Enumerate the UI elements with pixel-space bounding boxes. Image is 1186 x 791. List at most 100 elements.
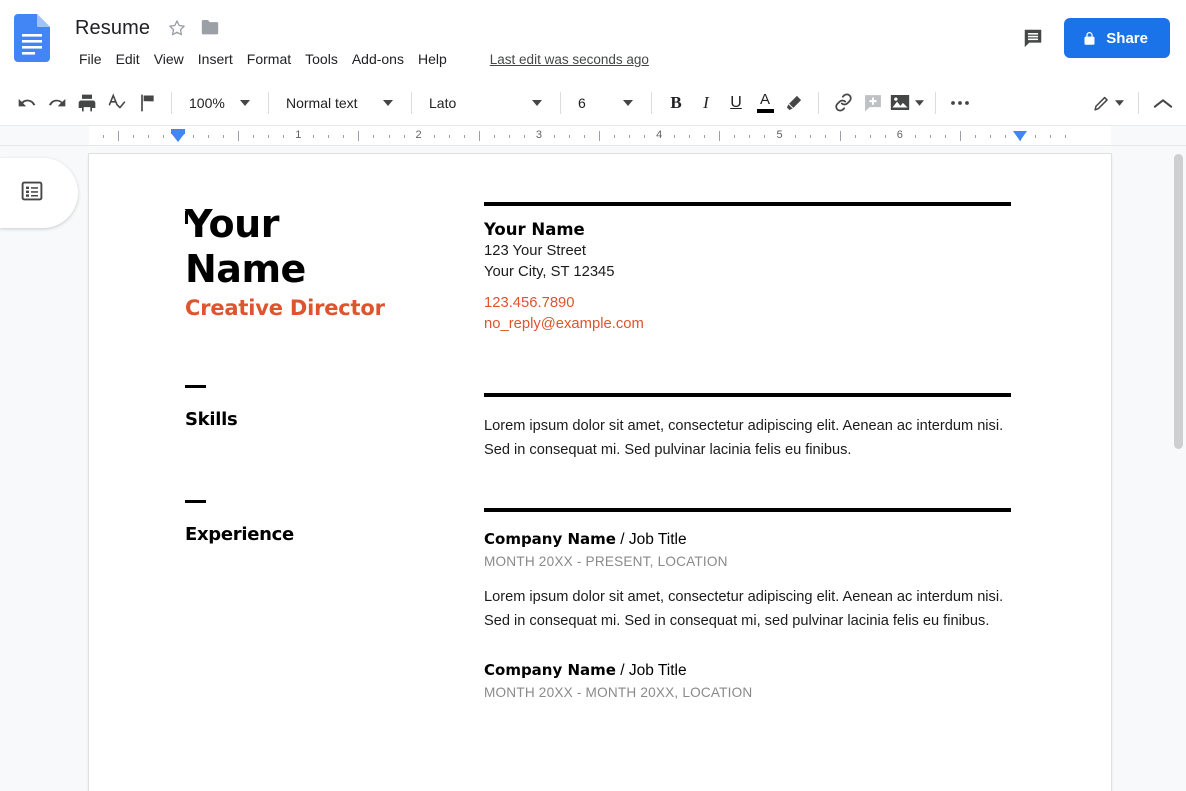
google-docs-icon[interactable] (14, 14, 50, 62)
lock-icon (1082, 30, 1097, 47)
font-size-select[interactable]: 6 (570, 88, 642, 118)
move-to-folder-icon[interactable] (200, 18, 220, 38)
toolbar-right-group (1087, 80, 1178, 126)
ruler-tick (839, 131, 841, 141)
skills-body-text: Lorem ipsum dolor sit amet, consectetur … (484, 418, 1004, 458)
resume-section-skills: Skills Lorem ipsum dolor sit amet, conse… (89, 385, 1111, 462)
text-color-button[interactable]: A (751, 88, 779, 118)
toolbar-divider (411, 91, 412, 114)
ruler-tick (223, 135, 225, 138)
spell-check-icon[interactable] (102, 88, 132, 118)
ruler-tick (674, 135, 676, 138)
menu-item-tools[interactable]: Tools (298, 49, 345, 69)
menu-item-edit[interactable]: Edit (109, 49, 147, 69)
zoom-select[interactable]: 100% (181, 88, 259, 118)
menu-item-view[interactable]: View (147, 49, 191, 69)
toolbar-divider (935, 91, 936, 114)
ruler-tick (990, 135, 992, 138)
chevron-down-icon (1115, 100, 1124, 106)
document-outline-toggle[interactable] (0, 158, 78, 228)
text-cursor (185, 211, 188, 224)
insert-link-icon[interactable] (828, 88, 858, 118)
menu-item-file[interactable]: File (72, 49, 109, 69)
ruler-number: 3 (535, 129, 542, 141)
chevron-down-icon (525, 99, 549, 106)
skills-body-block: Lorem ipsum dolor sit amet, consectetur … (484, 385, 1011, 462)
more-options-icon[interactable] (945, 88, 975, 118)
share-button-label: Share (1106, 29, 1148, 47)
ruler-tick (764, 135, 766, 138)
menu-item-addons[interactable]: Add-ons (345, 49, 411, 69)
italic-button[interactable]: I (691, 88, 721, 118)
redo-icon[interactable] (42, 88, 72, 118)
add-comment-icon[interactable] (858, 88, 888, 118)
share-button[interactable]: Share (1064, 18, 1170, 58)
document-title[interactable]: Resume (72, 14, 153, 42)
ruler-tick (553, 135, 555, 138)
app-header: Resume File Edit View Insert Format Tool… (0, 0, 1186, 80)
ruler-number: 6 (896, 129, 903, 141)
ruler-tick (884, 135, 886, 138)
ruler-tick (117, 131, 119, 141)
underline-button[interactable]: U (721, 88, 751, 118)
resume-name-line1: Your (185, 202, 279, 246)
entry-spacer (484, 573, 1011, 585)
header-actions: Share (1016, 18, 1170, 58)
menu-item-help[interactable]: Help (411, 49, 454, 69)
font-family-value: Lato (429, 94, 457, 111)
font-family-select[interactable]: Lato (421, 88, 551, 118)
zoom-value: 100% (189, 94, 225, 111)
section-title-skills: Skills (185, 409, 238, 430)
highlight-pen-icon[interactable] (779, 88, 809, 118)
toolbar-divider (818, 91, 819, 114)
star-outline-icon[interactable] (167, 18, 187, 38)
bold-button[interactable]: B (661, 88, 691, 118)
toolbar-divider (171, 91, 172, 114)
vertical-scrollbar[interactable] (1174, 154, 1183, 449)
document-outline-icon (20, 179, 44, 208)
ruler-tick (644, 135, 646, 138)
hide-menus-chevron-icon[interactable] (1148, 88, 1178, 118)
ruler-tick (388, 135, 390, 138)
experience-meta: MONTH 20XX - PRESENT, LOCATION (484, 554, 728, 569)
experience-meta: MONTH 20XX - MONTH 20XX, LOCATION (484, 685, 753, 700)
section-rule (484, 508, 1011, 512)
ruler-tick (147, 135, 149, 138)
ruler-tick (794, 135, 796, 138)
ruler-tick (854, 135, 856, 138)
menu-item-insert[interactable]: Insert (191, 49, 240, 69)
document-page[interactable]: Your Name Creative Director Your Name 12… (89, 154, 1111, 791)
paint-format-icon[interactable] (132, 88, 162, 118)
ruler-tick (358, 131, 360, 141)
ruler-number: 1 (295, 129, 302, 141)
ruler-tick (1035, 135, 1037, 138)
last-edit-status[interactable]: Last edit was seconds ago (490, 52, 649, 67)
header-middle: Resume File Edit View Insert Format Tool… (72, 8, 1170, 72)
ruler-tick (373, 135, 375, 138)
contact-street: 123 Your Street (484, 243, 587, 259)
horizontal-ruler[interactable]: 1 2 3 4 5 6 (0, 126, 1186, 146)
ruler-tick (102, 135, 104, 138)
editing-mode-pencil-icon[interactable] (1087, 88, 1129, 118)
paragraph-style-select[interactable]: Normal text (278, 88, 402, 118)
experience-job-title: Job Title (628, 531, 687, 548)
ruler-tick (328, 135, 330, 138)
experience-label-block: Experience (185, 500, 484, 704)
experience-separator: / (615, 662, 629, 679)
entry-spacer (484, 633, 1011, 659)
contact-spacer (484, 282, 1011, 293)
undo-icon[interactable] (12, 88, 42, 118)
ruler-tick (914, 135, 916, 138)
ruler-tick (959, 131, 961, 141)
menu-item-format[interactable]: Format (240, 49, 298, 69)
print-icon[interactable] (72, 88, 102, 118)
chevron-down-icon (616, 99, 640, 106)
ruler-tick (929, 135, 931, 138)
ruler-tick (584, 135, 585, 138)
ruler-tick (599, 131, 601, 141)
ruler-tick (824, 135, 826, 138)
insert-image-icon[interactable] (888, 88, 926, 118)
comment-history-icon[interactable] (1016, 21, 1050, 55)
resume-header-row: Your Name Creative Director Your Name 12… (89, 202, 1111, 334)
contact-city: Your City, ST 12345 (484, 263, 615, 280)
